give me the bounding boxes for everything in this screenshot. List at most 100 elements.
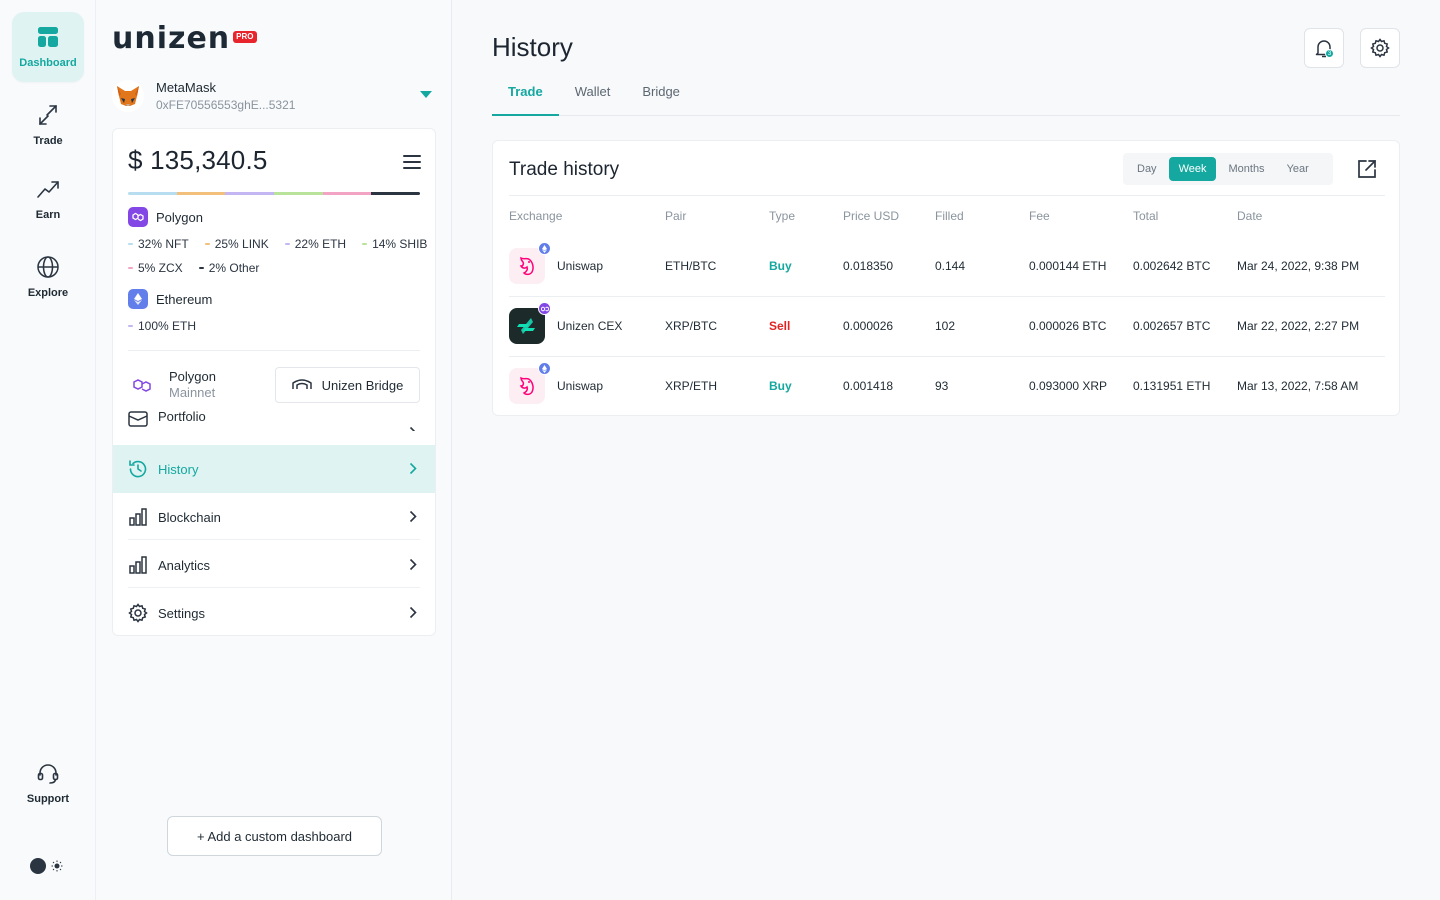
cell-exchange: Uniswap: [557, 379, 604, 393]
chevron-right-icon: [409, 558, 417, 571]
tab-bridge[interactable]: Bridge: [626, 84, 696, 116]
chevron-right-icon: [409, 510, 417, 523]
sun-icon: [51, 860, 63, 872]
period-months[interactable]: Months: [1218, 157, 1274, 181]
ethereum-icon: [128, 289, 148, 309]
rail-item-trade[interactable]: Trade: [12, 90, 84, 160]
add-custom-dashboard-button[interactable]: + Add a custom dashboard: [167, 816, 382, 856]
bar-chart-icon: [128, 507, 148, 527]
rail-item-support[interactable]: Support: [12, 748, 84, 818]
trade-history-card: Trade history Day Week Months Year Excha…: [492, 140, 1400, 416]
nav-label: Analytics: [158, 557, 211, 573]
asset-label: 2% Other: [208, 261, 260, 275]
rail-label-support: Support: [26, 793, 70, 805]
unizen-bridge-button[interactable]: Unizen Bridge: [275, 367, 420, 403]
rail-item-dashboard[interactable]: Dashboard: [12, 12, 84, 82]
col-header-fee: Fee: [1029, 209, 1050, 223]
header-divider: [509, 195, 1385, 196]
bar-chart-icon: [128, 555, 148, 575]
side-panel: unizen PRO MetaMask 0xFE70556553ghE...53…: [96, 0, 452, 900]
allocation-segment: [274, 192, 323, 195]
col-header-filled: Filled: [935, 209, 964, 223]
menu-icon[interactable]: [403, 155, 421, 169]
table-row[interactable]: Uniswap ETH/BTC Buy 0.018350 0.144 0.000…: [493, 236, 1399, 296]
cell-price: 0.001418: [843, 379, 894, 393]
ethereum-badge-icon: [538, 242, 551, 255]
gear-icon: [1370, 38, 1390, 58]
metamask-fox-icon: [112, 80, 144, 112]
unizen-logo: unizen PRO: [112, 22, 257, 56]
network-selector[interactable]: Polygon Mainnet: [133, 369, 216, 400]
rail-item-explore[interactable]: Explore: [12, 242, 84, 312]
trade-history-title: Trade history: [509, 159, 620, 180]
rail-label-trade: Trade: [33, 135, 63, 147]
icon-rail: Dashboard Trade Earn Explore Support: [0, 0, 96, 900]
page-title: History: [492, 32, 573, 62]
cell-date: Mar 22, 2022, 2:27 PM: [1237, 319, 1360, 333]
asset-item: 100% ETH: [128, 319, 196, 333]
cell-date: Mar 24, 2022, 9:38 PM: [1237, 259, 1360, 273]
asset-label: 5% ZCX: [138, 261, 183, 275]
uniswap-logo-icon: [509, 362, 551, 404]
polygon-network-icon: [133, 378, 151, 392]
col-header-pair: Pair: [665, 209, 687, 223]
asset-label: 22% ETH: [294, 237, 347, 251]
unizen-cex-logo-icon: [509, 302, 551, 344]
ethereum-assets-row: 100% ETH: [128, 319, 196, 333]
cell-total: 0.131951 ETH: [1133, 379, 1211, 393]
asset-item: 22% ETH: [284, 237, 347, 251]
asset-label: 14% SHIB: [372, 237, 428, 251]
cell-filled: 93: [935, 379, 949, 393]
cell-type: Buy: [769, 259, 792, 273]
caret-down-icon[interactable]: [420, 91, 432, 98]
cell-filled: 102: [935, 319, 956, 333]
cell-price: 0.018350: [843, 259, 894, 273]
nav-label: Settings: [158, 605, 205, 621]
trade-arrows-icon: [39, 105, 57, 125]
wallet-icon: [128, 409, 148, 429]
notification-count: 3: [1325, 49, 1334, 58]
period-year[interactable]: Year: [1277, 157, 1319, 181]
settings-button[interactable]: [1360, 28, 1400, 68]
cell-total: 0.002642 BTC: [1133, 259, 1211, 273]
table-row[interactable]: Unizen CEX XRP/BTC Sell 0.000026 102 0.0…: [493, 296, 1399, 356]
cell-fee: 0.093000 XRP: [1029, 379, 1108, 393]
nav-item-blockchain[interactable]: Blockchain: [113, 493, 435, 541]
allocation-segment: [322, 192, 372, 195]
notifications-button[interactable]: 3: [1304, 28, 1344, 68]
rail-label-explore: Explore: [27, 287, 69, 299]
nav-item-history[interactable]: History: [113, 445, 435, 493]
allocation-segment: [225, 192, 275, 195]
table-row[interactable]: Uniswap XRP/ETH Buy 0.001418 93 0.093000…: [493, 356, 1399, 416]
wallet-selector[interactable]: MetaMask 0xFE70556553ghE...5321: [112, 76, 436, 116]
col-header-date: Date: [1237, 209, 1263, 223]
bridge-icon: [291, 379, 312, 389]
asset-item: 25% LINK: [204, 237, 269, 251]
polygon-icon: [128, 207, 148, 227]
nav-label: Portfolio: [158, 409, 206, 424]
asset-item: 2% Other: [198, 261, 260, 275]
nav-divider: [128, 539, 420, 540]
headset-icon: [37, 764, 59, 784]
cell-fee: 0.000026 BTC: [1029, 319, 1107, 333]
nav-item-settings[interactable]: Settings: [113, 589, 435, 635]
rail-item-earn[interactable]: Earn: [12, 164, 84, 234]
external-link-icon[interactable]: [1355, 157, 1379, 181]
tab-wallet[interactable]: Wallet: [559, 84, 627, 116]
dashboard-icon: [38, 27, 58, 47]
theme-toggle[interactable]: [30, 856, 68, 876]
chain-name-polygon: Polygon: [156, 209, 203, 225]
chevron-right-icon: [409, 426, 416, 431]
period-day[interactable]: Day: [1127, 157, 1167, 181]
asset-item: 14% SHIB: [362, 237, 427, 251]
rail-label-earn: Earn: [35, 209, 61, 221]
portfolio-balance: $ 135,340.5: [128, 145, 268, 175]
tab-trade[interactable]: Trade: [492, 84, 559, 116]
nav-item-portfolio[interactable]: Portfolio: [113, 409, 435, 431]
period-week[interactable]: Week: [1168, 157, 1217, 181]
chain-ethereum: Ethereum: [128, 289, 212, 309]
cell-exchange: Uniswap: [557, 259, 604, 273]
asset-label: 25% LINK: [214, 237, 269, 251]
pro-badge: PRO: [233, 31, 257, 43]
nav-item-analytics[interactable]: Analytics: [113, 541, 435, 589]
